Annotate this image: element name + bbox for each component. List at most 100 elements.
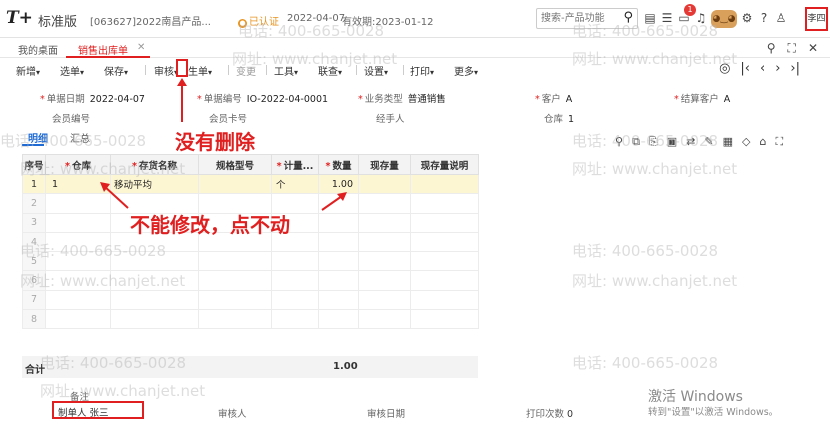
calculator-icon[interactable]: ▤ xyxy=(643,10,657,26)
tag-icon[interactable]: ◇ xyxy=(742,135,750,149)
cell-qty[interactable]: 1.00 xyxy=(318,173,359,195)
user-icon[interactable]: ♙ xyxy=(774,10,788,26)
table-row[interactable]: 6 xyxy=(22,270,479,291)
member-no-field[interactable]: 会员编号 xyxy=(52,111,90,125)
task-list-icon[interactable]: ☰ xyxy=(660,10,674,26)
insert-row-icon[interactable]: ⧉ xyxy=(632,135,640,149)
save-button[interactable]: 保存▾ xyxy=(104,63,128,78)
row-number: 1 xyxy=(22,173,46,195)
windows-activation-title: 激活 Windows xyxy=(648,389,743,405)
search-tab-icon[interactable]: ⚲ xyxy=(767,41,776,56)
new-button[interactable]: 新增▾ xyxy=(16,63,40,78)
format-icon[interactable]: ▦ xyxy=(723,135,733,149)
message-icon[interactable]: ▭ 1 xyxy=(677,4,696,26)
member-card-field[interactable]: 会员卡号 xyxy=(209,111,247,125)
watermark: 电话: 400-665-0028 xyxy=(572,242,719,260)
company-name[interactable]: [063627]2022南昌产品... xyxy=(90,13,211,28)
first-record-icon[interactable]: |‹ xyxy=(740,61,750,76)
col-stock: 现存量 xyxy=(358,154,411,175)
col-seq: 序号 xyxy=(22,154,46,175)
change-button[interactable]: 变更 xyxy=(236,63,256,78)
tab-detail[interactable]: 明细 xyxy=(28,130,48,145)
expand-icon[interactable]: ⛶ xyxy=(775,135,783,149)
warehouse-field[interactable]: 仓库 1 xyxy=(544,111,574,125)
bell-icon[interactable]: ♫ xyxy=(694,10,708,26)
col-qty: * 数量 xyxy=(318,154,359,175)
more-button[interactable]: 更多▾ xyxy=(454,63,478,78)
help-icon[interactable]: ? xyxy=(757,10,771,26)
detail-grid: 序号 * 仓库 * 存货名称 规格型号 * 计量... * 数量 现存量 现存量说明 1… xyxy=(22,154,479,330)
cell-stock-note xyxy=(410,173,479,195)
customer-field[interactable]: * 客户 A xyxy=(535,91,572,105)
last-record-icon[interactable]: ›| xyxy=(790,61,800,76)
search-box[interactable]: ⚲ xyxy=(536,8,638,29)
tab-desktop[interactable]: 我的桌面 xyxy=(18,42,58,57)
cell-stock xyxy=(358,173,411,195)
total-qty: 1.00 xyxy=(333,361,358,372)
tab-bar: 我的桌面 销售出库单 ✕ ⚲ ⛶ ✕ xyxy=(0,38,830,58)
highlight-missing-delete xyxy=(176,59,188,77)
copy-row-icon[interactable]: ⎘ xyxy=(649,135,658,149)
table-row[interactable]: 1 1 移动平均 个 1.00 xyxy=(22,173,479,195)
close-tab-icon[interactable]: ✕ xyxy=(137,42,145,53)
reviewer-field: 审核人 xyxy=(218,409,247,420)
cell-unit[interactable]: 个 xyxy=(271,173,319,195)
select-doc-button[interactable]: 选单▾ xyxy=(60,63,84,78)
separator xyxy=(145,65,146,75)
cell-spec[interactable] xyxy=(198,173,272,195)
review-date-field: 审核日期 xyxy=(367,409,406,420)
row-number: 4 xyxy=(22,231,46,253)
doc-date-field[interactable]: * 单据日期 2022-04-07 xyxy=(40,91,145,105)
doc-no-field[interactable]: * 单据编号 IO-2022-04-0001 xyxy=(197,91,328,105)
certified-status: ● 已认证 xyxy=(238,17,279,28)
search-input[interactable] xyxy=(537,9,615,28)
annotation-no-delete: 没有删除 xyxy=(175,130,255,154)
review-button[interactable]: 审核▾ xyxy=(154,63,178,78)
locate-icon[interactable]: ⚲ xyxy=(615,135,623,149)
cert-icon: ● xyxy=(238,19,247,28)
prev-record-icon[interactable]: ‹ xyxy=(760,61,765,76)
table-row[interactable]: 5 xyxy=(22,251,479,272)
settings-button[interactable]: 设置▾ xyxy=(364,63,388,78)
print-count-field: 打印次数 0 xyxy=(526,409,574,420)
annotation-cannot-edit: 不能修改，点不动 xyxy=(130,213,290,237)
print-button[interactable]: 打印▾ xyxy=(410,63,434,78)
row-number: 5 xyxy=(22,251,46,272)
row-number: 2 xyxy=(22,193,46,214)
maximize-icon[interactable]: ⛶ xyxy=(788,41,796,56)
col-item-name: * 存货名称 xyxy=(110,154,199,175)
query-button[interactable]: 联查▾ xyxy=(318,63,342,78)
table-row[interactable]: 8 xyxy=(22,309,479,330)
close-icon[interactable]: ✕ xyxy=(808,41,818,56)
handler-field[interactable]: 经手人 xyxy=(376,111,405,125)
locate-icon[interactable]: ◎ xyxy=(719,61,730,76)
cell-warehouse[interactable]: 1 xyxy=(45,173,111,195)
login-date: 2022-04-07 xyxy=(287,13,346,24)
delete-row-icon[interactable]: ▣ xyxy=(667,135,677,149)
tools-button[interactable]: 工具▾ xyxy=(274,63,298,78)
settle-customer-field[interactable]: * 结算客户 A xyxy=(674,91,730,105)
row-number: 3 xyxy=(22,212,46,233)
settings-icon[interactable]: ⚙ xyxy=(740,10,754,26)
cell-item-name[interactable]: 移动平均 xyxy=(110,173,199,195)
row-number: 8 xyxy=(22,309,46,330)
next-record-icon[interactable]: › xyxy=(775,61,780,76)
table-row[interactable]: 7 xyxy=(22,289,479,311)
column-settings-icon[interactable]: ⌂ xyxy=(759,135,766,149)
biz-type-field[interactable]: * 业务类型 普通销售 xyxy=(358,91,446,105)
current-user[interactable]: 李四 xyxy=(805,7,828,31)
header-tools: ▤ ☰ ▭ 1 ♫ ◕‿◕ ⚙ ? ♙ xyxy=(643,4,788,28)
edit-icon[interactable]: ✎ xyxy=(704,135,713,149)
separator xyxy=(266,65,267,75)
window-controls: ⚲ ⛶ ✕ xyxy=(767,41,818,56)
mascot-icon[interactable]: ◕‿◕ xyxy=(711,10,737,28)
search-icon[interactable]: ⚲ xyxy=(623,10,633,25)
separator xyxy=(228,65,229,75)
edition-label: 标准版 xyxy=(38,15,78,30)
tab-sales-outbound[interactable]: 销售出库单 xyxy=(78,42,128,57)
col-warehouse: * 仓库 xyxy=(45,154,111,175)
tab-summary[interactable]: 汇总 xyxy=(70,130,90,145)
watermark: 网址: www.chanjet.net xyxy=(572,160,738,178)
generate-button[interactable]: 生单▾ xyxy=(188,63,212,78)
batch-icon[interactable]: ⇄ xyxy=(686,135,695,149)
